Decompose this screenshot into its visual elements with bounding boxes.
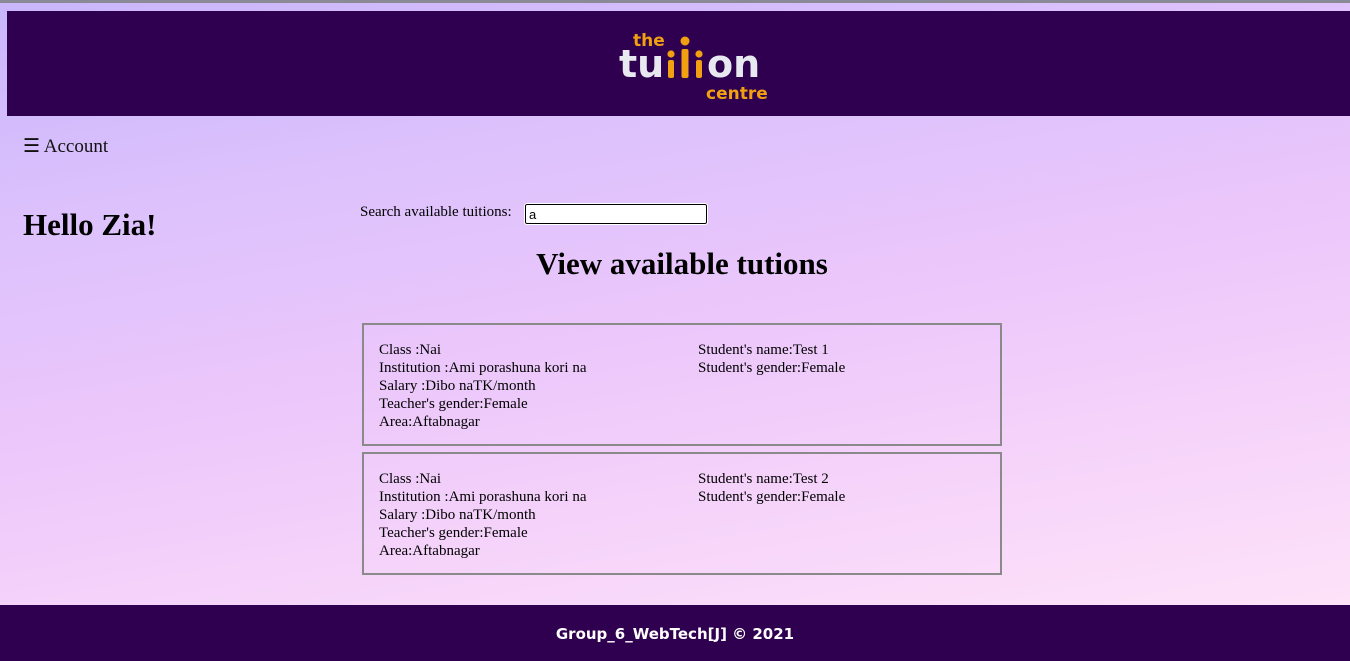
search-input[interactable]: [524, 203, 708, 225]
logo-word-centre: centre: [706, 84, 768, 104]
logo-word-on: on: [707, 42, 760, 86]
page-title: View available tutions: [536, 246, 828, 281]
class-text: Class :Nai: [379, 471, 442, 487]
greeting-heading: Hello Zia!: [23, 207, 157, 242]
teacher-gender-text: Teacher's gender:Female: [379, 396, 528, 412]
salary-text: Salary :Dibo naTK/month: [379, 507, 536, 523]
student-details: Student's name:Test 2 Student's gender:F…: [698, 470, 845, 506]
tuition-card[interactable]: Class :Nai Institution :Ami porashuna ko…: [362, 323, 1002, 446]
tuition-details: Class :Nai Institution :Ami porashuna ko…: [379, 470, 586, 560]
student-gender-text: Student's gender:Female: [698, 489, 846, 505]
institution-text: Institution :Ami porashuna kori na: [379, 360, 587, 376]
teacher-gender-text: Teacher's gender:Female: [379, 525, 528, 541]
search-label: Search available tuitions:: [360, 204, 512, 220]
area-text: Area:Aftabnagar: [379, 414, 480, 430]
student-name-text: Student's name:Test 1: [698, 342, 829, 358]
tuition-centre-logo[interactable]: the tu on centre: [613, 29, 783, 105]
salary-text: Salary :Dibo naTK/month: [379, 378, 536, 394]
site-footer: Group_6_WebTech[J] © 2021: [0, 605, 1350, 661]
student-gender-text: Student's gender:Female: [698, 360, 846, 376]
account-menu-link[interactable]: ☰ Account: [23, 135, 108, 158]
logo-people-glyph: [667, 36, 703, 78]
tuition-card[interactable]: Class :Nai Institution :Ami porashuna ko…: [362, 452, 1002, 575]
logo-word-tu: tu: [619, 42, 664, 86]
student-name-text: Student's name:Test 2: [698, 471, 829, 487]
tuition-details: Class :Nai Institution :Ami porashuna ko…: [379, 341, 586, 431]
area-text: Area:Aftabnagar: [379, 543, 480, 559]
top-border: [0, 0, 1350, 3]
student-details: Student's name:Test 1 Student's gender:F…: [698, 341, 845, 377]
institution-text: Institution :Ami porashuna kori na: [379, 489, 587, 505]
footer-copyright: Group_6_WebTech[J] © 2021: [555, 625, 795, 643]
site-header: the tu on centre: [7, 11, 1350, 116]
class-text: Class :Nai: [379, 342, 442, 358]
